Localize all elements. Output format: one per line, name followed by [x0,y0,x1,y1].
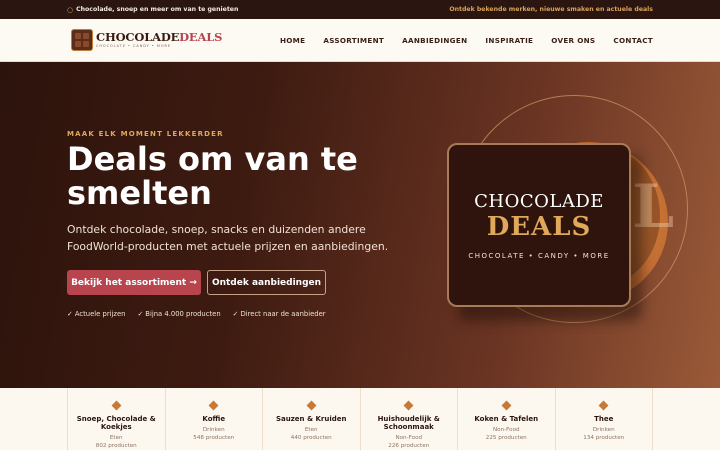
main-nav: HOME ASSORTIMENT AANBIEDINGEN INSPIRATIE… [280,36,653,45]
diamond-icon [598,400,609,411]
category-count: 134 producten [583,435,625,442]
hero-promo-card: CHOCOLADE DEALS CHOCOLATE • CANDY • MORE [447,143,631,307]
top-bar: ○ Chocolade, snoep en meer om van te gen… [0,0,720,19]
check-item: ✓ Actuele prijzen [67,310,126,318]
nav-aanbiedingen[interactable]: AANBIEDINGEN [402,36,467,45]
logo[interactable]: CHOCOLADEDEALS CHOCOLATE • CANDY • MORE [71,29,222,51]
category-card[interactable]: Koken & Tafelen Non-Food 225 producten [457,388,555,450]
nav-inspiratie[interactable]: INSPIRATIE [485,36,533,45]
nav-contact[interactable]: CONTACT [613,36,653,45]
chocolate-bar-icon [71,29,93,51]
nav-home[interactable]: HOME [280,36,305,45]
diamond-icon [306,400,317,411]
category-card[interactable]: Koffie Drinken 548 producten [164,388,263,450]
category-count: 802 producten [95,443,137,450]
category-card[interactable]: Sauzen & Kruiden Eten 440 producten [262,388,360,450]
category-count: 548 producten [193,435,235,442]
hero-description: Ontdek chocolade, snoep, snacks en duize… [67,223,389,253]
category-count: 225 producten [485,435,527,442]
logo-text: CHOCOLADEDEALS CHOCOLATE • CANDY • MORE [96,29,223,49]
browse-assortment-button[interactable]: Bekijk het assortiment → [67,270,201,295]
category-type: Drinken [592,427,615,434]
check-item: ✓ Direct naar de aanbieder [232,310,326,318]
promo-card-line1: CHOCOLADE [474,190,604,212]
category-type: Drinken [202,427,225,434]
category-card[interactable]: Snoep, Chocolade & Koekjes Eten 802 prod… [67,388,165,450]
diamond-icon [208,400,219,411]
diamond-icon [501,400,512,411]
category-name: Sauzen & Kruiden [275,415,347,423]
category-strip: Snoep, Chocolade & Koekjes Eten 802 prod… [67,388,653,450]
category-name: Koken & Tafelen [474,415,539,423]
hero-section: MAAK ELK MOMENT LEKKERDER Deals om van t… [0,62,720,388]
category-card[interactable]: Huishoudelijk & Schoonmaak Non-Food 226 … [359,388,458,450]
topbar-left-text: Chocolade, snoep en meer om van te genie… [76,6,239,13]
hero-tagline: MAAK ELK MOMENT LEKKERDER [67,130,224,138]
nav-assortiment[interactable]: ASSORTIMENT [323,36,384,45]
check-item: ✓ Bijna 4.000 producten [137,310,221,318]
category-name: Koffie [202,415,226,423]
category-name: Huishoudelijk & Schoonmaak [377,415,440,432]
category-name: Thee [594,415,614,423]
category-type: Eten [109,435,123,442]
logo-tagline: CHOCOLATE • CANDY • MORE [96,44,171,49]
promo-card-line2: DEALS [486,211,592,242]
logo-wordmark: CHOCOLADEDEALS [96,29,223,44]
hero-checks: ✓ Actuele prijzen ✓ Bijna 4.000 producte… [67,310,326,318]
diamond-icon [403,400,414,411]
category-count: 440 producten [290,435,332,442]
category-type: Non-Food [395,435,423,442]
circle-icon: ○ [67,5,74,14]
category-type: Eten [304,427,318,434]
discover-deals-button[interactable]: Ontdek aanbiedingen [207,270,326,295]
category-count: 226 producten [388,443,430,450]
category-name: Snoep, Chocolade & Koekjes [76,415,156,432]
topbar-left: ○ Chocolade, snoep en meer om van te gen… [67,6,238,14]
category-type: Non-Food [492,427,520,434]
nav-over-ons[interactable]: OVER ONS [551,36,595,45]
topbar-right-text: Ontdek bekende merken, nieuwe smaken en … [449,6,653,13]
site-header: CHOCOLADEDEALS CHOCOLATE • CANDY • MORE … [0,19,720,62]
category-card[interactable]: Thee Drinken 134 producten [554,388,653,450]
hero-title: Deals om van te smelten [67,140,358,212]
promo-card-line3: CHOCOLATE • CANDY • MORE [468,251,610,260]
diamond-icon [111,400,122,411]
